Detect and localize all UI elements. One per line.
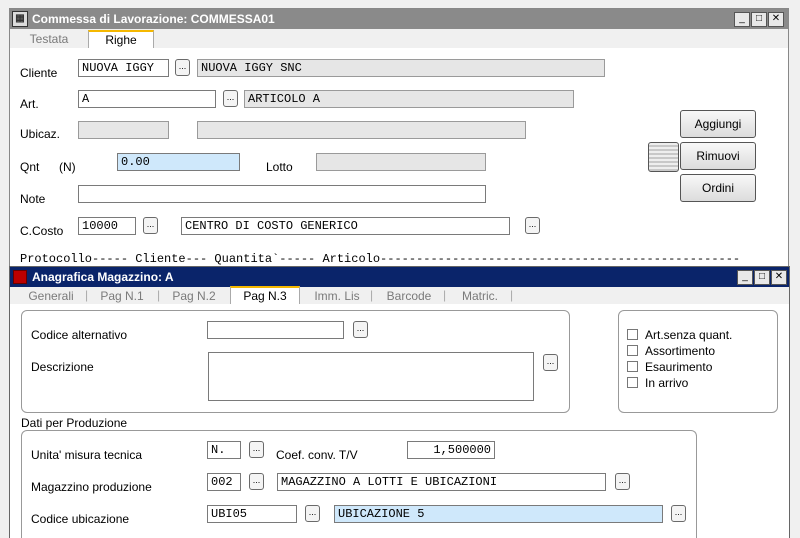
cliente-code-field[interactable]: NUOVA IGGY — [78, 59, 169, 77]
rimuovi-button[interactable]: Rimuovi — [680, 142, 756, 170]
ordini-button[interactable]: Ordini — [680, 174, 756, 202]
magazzino-code-field[interactable]: 002 — [207, 473, 241, 491]
window-title: Anagrafica Magazzino: A — [32, 270, 174, 284]
magazzino-label: Magazzino produzione — [31, 480, 152, 494]
art-lookup-button[interactable]: ... — [223, 90, 238, 107]
minimize-icon[interactable]: _ — [737, 270, 753, 285]
codice-ubicazione-label: Codice ubicazione — [31, 512, 130, 526]
minimize-icon[interactable]: _ — [734, 12, 750, 27]
close-icon[interactable]: ✕ — [771, 270, 787, 285]
note-field[interactable] — [78, 185, 486, 203]
tab-separators: | — [85, 288, 89, 302]
qnt-field[interactable]: 0.00 — [117, 153, 240, 171]
cliente-lookup-button[interactable]: ... — [175, 59, 190, 76]
checkbox-esaurimento[interactable] — [627, 361, 638, 372]
tab-testata[interactable]: Testata — [20, 31, 78, 48]
ccosto-desc-field: CENTRO DI COSTO GENERICO — [181, 217, 510, 235]
tab-separators: | — [443, 288, 447, 302]
ubicazione-desc-lookup-button[interactable]: ... — [671, 505, 686, 522]
unita-lookup-button[interactable]: ... — [249, 441, 264, 458]
tab-pag-n3[interactable]: Pag N.3 — [230, 286, 300, 305]
ccosto-code-field[interactable]: 10000 — [78, 217, 136, 235]
checkbox-in-arrivo[interactable] — [627, 377, 638, 388]
maximize-icon[interactable]: □ — [754, 270, 770, 285]
descrizione-field[interactable] — [208, 352, 534, 401]
coef-field[interactable]: 1,500000 — [407, 441, 495, 459]
ubicaz-code-field — [78, 121, 169, 139]
magazzino-desc-field: MAGAZZINO A LOTTI E UBICAZIONI — [277, 473, 606, 491]
unita-field[interactable]: N. — [207, 441, 241, 459]
tab-barcode[interactable]: Barcode — [378, 288, 440, 305]
lotto-label: Lotto — [266, 160, 293, 174]
checkbox-label: In arrivo — [645, 376, 689, 390]
magazzino-lookup-button[interactable]: ... — [249, 473, 264, 490]
coef-label: Coef. conv. T/V — [276, 448, 358, 462]
tab-righe[interactable]: Righe — [88, 30, 154, 49]
ccosto-lookup-button[interactable]: ... — [143, 217, 158, 234]
tab-pag-n2[interactable]: Pag N.2 — [164, 288, 224, 305]
app-icon — [13, 270, 27, 284]
ubicazione-desc-field: UBICAZIONE 5 — [334, 505, 663, 523]
window-title: Commessa di Lavorazione: COMMESSA01 — [32, 12, 275, 26]
art-label: Art. — [20, 97, 39, 111]
unita-label: Unita' misura tecnica — [31, 448, 142, 462]
tab-pag-n1[interactable]: Pag N.1 — [94, 288, 150, 305]
checkbox-label: Art.senza quant. — [645, 328, 733, 342]
tab-generali[interactable]: Generali — [22, 288, 80, 305]
anagrafica-titlebar: Anagrafica Magazzino: A _ □ ✕ — [10, 267, 789, 287]
ccosto-desc-lookup-button[interactable]: ... — [525, 217, 540, 234]
descrizione-label: Descrizione — [31, 360, 94, 374]
codice-alternativo-lookup-button[interactable]: ... — [353, 321, 368, 338]
tab-imm-lis[interactable]: Imm. Lis — [306, 288, 368, 305]
aggiungi-button[interactable]: Aggiungi — [680, 110, 756, 138]
cliente-label: Cliente — [20, 66, 58, 80]
tab-separators: | — [157, 288, 161, 302]
art-desc-field: ARTICOLO A — [244, 90, 574, 108]
maximize-icon[interactable]: □ — [751, 12, 767, 27]
checkbox-assortimento[interactable] — [627, 345, 638, 356]
checkbox-label: Esaurimento — [645, 360, 713, 374]
qnt-unit-label: (N) — [59, 160, 76, 174]
cliente-desc-field: NUOVA IGGY SNC — [197, 59, 605, 77]
tab-separators: | — [370, 288, 374, 302]
magazzino-desc-lookup-button[interactable]: ... — [615, 473, 630, 490]
tab-separators: | — [510, 288, 514, 302]
section-heading-produzione: Dati per Produzione — [21, 416, 128, 430]
art-code-field[interactable]: A — [78, 90, 216, 108]
note-label: Note — [20, 192, 46, 206]
app-icon: ▦ — [12, 11, 28, 27]
qnt-label: Qnt — [20, 160, 40, 174]
codice-alternativo-field[interactable] — [207, 321, 344, 339]
ubicaz-label: Ubicaz. — [20, 127, 61, 141]
ubicazione-code-field[interactable]: UBI05 — [207, 505, 297, 523]
ubicazione-lookup-button[interactable]: ... — [305, 505, 320, 522]
grid-icon[interactable] — [648, 142, 679, 172]
righe-list-header: Protocollo----- Cliente--- Quantita`----… — [20, 252, 740, 266]
codice-alternativo-label: Codice alternativo — [31, 328, 128, 342]
descrizione-lookup-button[interactable]: ... — [543, 354, 558, 371]
tab-matric[interactable]: Matric. — [452, 288, 508, 305]
checkbox-art-senza-quant[interactable] — [627, 329, 638, 340]
checkbox-label: Assortimento — [645, 344, 716, 358]
commessa-titlebar: ▦ Commessa di Lavorazione: COMMESSA01 _ … — [10, 9, 788, 29]
ccosto-label: C.Costo — [20, 224, 64, 238]
ubicaz-desc-field — [197, 121, 526, 139]
close-icon[interactable]: ✕ — [768, 12, 784, 27]
lotto-field — [316, 153, 486, 171]
